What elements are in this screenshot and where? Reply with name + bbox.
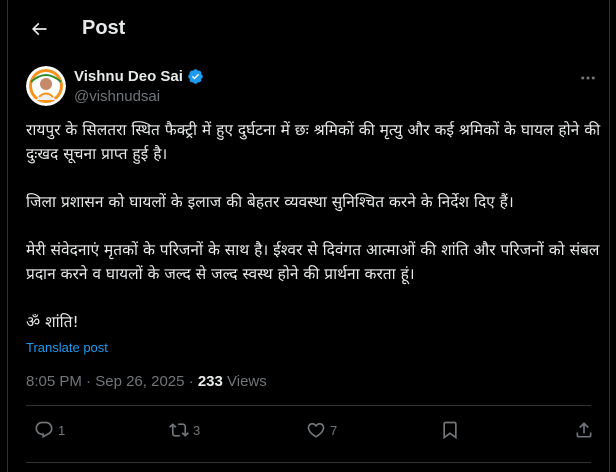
post-paragraph: रायपुर के सिलतरा स्थित फैक्ट्री में हुए … bbox=[26, 121, 601, 163]
page-title: Post bbox=[82, 17, 126, 39]
more-options-button[interactable] bbox=[576, 68, 600, 88]
reply-icon bbox=[35, 421, 53, 439]
post-actions-bar: 1 3 7 bbox=[26, 412, 596, 452]
reply-count: 1 bbox=[58, 422, 66, 438]
post-time[interactable]: 8:05 PM bbox=[26, 373, 82, 390]
author-name: Vishnu Deo Sai bbox=[74, 68, 183, 85]
like-button[interactable]: 7 bbox=[306, 420, 337, 440]
post-author: Vishnu Deo Sai @vishnudsai bbox=[26, 66, 606, 110]
page-header: Post bbox=[8, 0, 609, 56]
meta-separator: · bbox=[86, 373, 92, 390]
author-handle[interactable]: @vishnudsai bbox=[74, 88, 160, 105]
translate-post-link[interactable]: Translate post bbox=[26, 340, 108, 355]
post-text: रायपुर के सिलतरा स्थित फैक्ट्री में हुए … bbox=[26, 118, 601, 334]
arrow-left-icon bbox=[31, 22, 47, 36]
bookmark-icon bbox=[443, 421, 457, 440]
more-horizontal-icon bbox=[581, 76, 595, 80]
meta-separator: · bbox=[188, 373, 194, 390]
heart-icon bbox=[307, 422, 325, 438]
post-paragraph: जिला प्रशासन को घायलों के इलाज की बेहतर … bbox=[26, 193, 514, 211]
share-button[interactable] bbox=[574, 420, 594, 440]
divider bbox=[26, 405, 591, 406]
repost-count: 3 bbox=[193, 422, 201, 438]
bookmark-button[interactable] bbox=[440, 420, 460, 440]
divider bbox=[26, 462, 591, 463]
reply-button[interactable]: 1 bbox=[34, 420, 65, 440]
views-label: Views bbox=[227, 373, 267, 390]
share-icon bbox=[576, 422, 592, 438]
post-meta: 8:05 PM · Sep 26, 2025 · 233 Views bbox=[26, 373, 267, 390]
post-date[interactable]: Sep 26, 2025 bbox=[95, 373, 184, 390]
verified-badge-icon bbox=[188, 69, 203, 84]
repost-button[interactable]: 3 bbox=[169, 420, 200, 440]
author-name-link[interactable]: Vishnu Deo Sai bbox=[74, 68, 204, 85]
views-count: 233 bbox=[197, 373, 223, 390]
like-count: 7 bbox=[330, 422, 338, 438]
avatar[interactable] bbox=[26, 66, 66, 106]
post-paragraph: मेरी संवेदनाएं मृतकों के परिजनों के साथ … bbox=[26, 241, 600, 283]
post-detail-panel: Post Vishnu Deo Sai @vishnudsai रायपुर क… bbox=[7, 0, 610, 472]
repost-icon bbox=[169, 423, 189, 437]
back-button[interactable] bbox=[22, 12, 56, 46]
post-paragraph: ॐ शांति! bbox=[26, 313, 79, 331]
